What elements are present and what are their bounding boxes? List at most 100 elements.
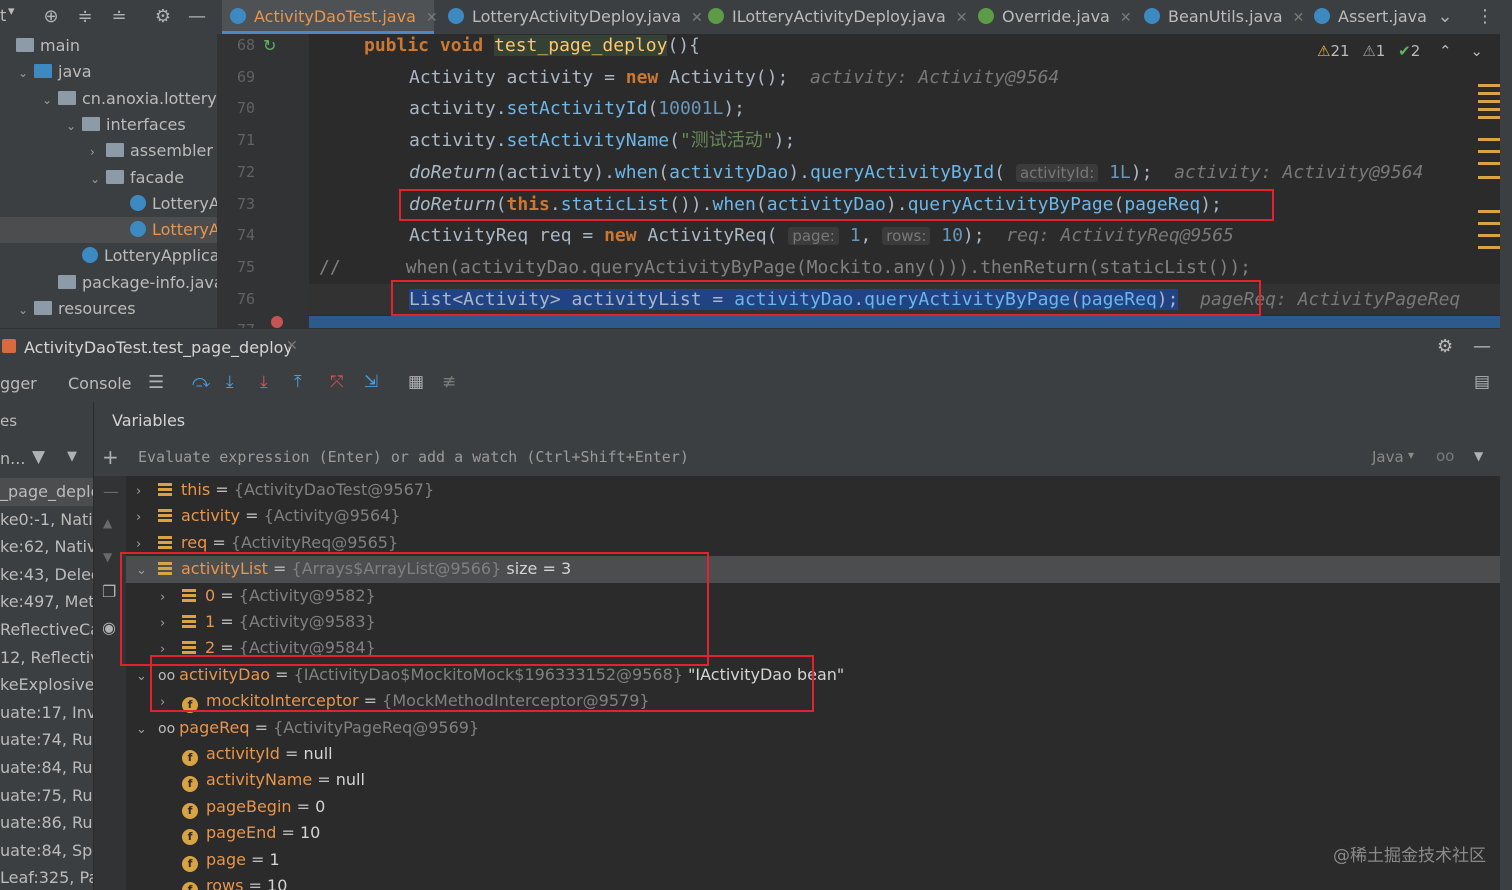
more-icon[interactable]: ⋮ — [1474, 6, 1496, 28]
close-tab-icon[interactable]: ✕ — [1120, 10, 1132, 26]
evaluate-icon[interactable]: ▦ — [408, 372, 424, 392]
debug-session-title[interactable]: ActivityDaoTest.test_page_deploy — [24, 338, 293, 357]
expand-arrow-icon[interactable]: › — [90, 139, 106, 165]
close-tab-icon[interactable]: ✕ — [956, 10, 968, 26]
close-tab-icon[interactable]: ✕ — [1293, 10, 1305, 26]
run-to-cursor-icon[interactable]: ⇲ — [364, 372, 378, 392]
minimize-icon[interactable]: — — [186, 6, 208, 28]
variable-row[interactable]: › activity = {Activity@9564} — [126, 503, 1500, 529]
expand-arrow-icon[interactable]: ⌄ — [18, 60, 34, 86]
stack-frame[interactable]: keExplosivel — [0, 671, 93, 699]
chevron-down-icon[interactable]: ▼ — [67, 449, 77, 464]
next-highlight-icon[interactable]: ⌄ — [1470, 42, 1483, 60]
tab-lotteryactivitydeploy-java[interactable]: LotteryActivityDeploy.java ✕ — [440, 0, 703, 34]
prev-highlight-icon[interactable]: ⌃ — [1439, 42, 1452, 60]
thread-selector[interactable]: n... ▼ ▼ — [0, 440, 93, 478]
tab-list-chevron-icon[interactable]: ⌄ — [1434, 6, 1456, 28]
tab-console[interactable]: Console — [68, 374, 132, 393]
glasses-icon[interactable]: oo — [1436, 447, 1454, 465]
expand-all-icon[interactable]: ≑ — [74, 6, 96, 28]
stack-frame[interactable]: ke:43, Deleg — [0, 561, 93, 589]
tree-item[interactable]: ⌄ java — [0, 59, 217, 85]
drop-frame-icon[interactable]: ⤧ — [330, 372, 344, 392]
tab-assert-java[interactable]: Assert.java — [1306, 0, 1434, 34]
stack-frame[interactable]: 12, Reflectiv — [0, 644, 93, 672]
minimize-icon[interactable]: — — [1473, 336, 1491, 357]
stack-frame[interactable]: ke0:-1, Nativ — [0, 506, 93, 534]
expand-icon[interactable]: ▼ — [1474, 449, 1483, 463]
variable-row[interactable]: f pageEnd = 10 — [126, 820, 1500, 846]
step-over-icon[interactable]: ⤼ — [192, 372, 210, 392]
step-out-icon[interactable]: ⤒ — [294, 372, 302, 392]
tree-item[interactable]: package-info.java — [0, 270, 217, 296]
close-session-icon[interactable]: ✕ — [286, 338, 298, 354]
tree-item[interactable]: ⌄ resources — [0, 296, 217, 322]
stack-frame[interactable]: uate:17, Invc — [0, 699, 93, 727]
add-watch-icon[interactable]: + — [102, 445, 119, 469]
expand-arrow-icon[interactable]: ⌄ — [18, 297, 34, 323]
code-editor[interactable]: public void test_page_deploy(){ Activity… — [309, 34, 1500, 328]
expand-arrow-icon[interactable]: ⌄ — [66, 113, 82, 139]
tab-debugger[interactable]: gger — [0, 374, 37, 393]
tree-item[interactable]: LotteryA — [0, 191, 217, 217]
variable-row[interactable]: › this = {ActivityDaoTest@9567} — [126, 477, 1500, 503]
expand-arrow-icon[interactable]: › — [136, 505, 158, 531]
tree-item[interactable]: › assembler — [0, 138, 217, 164]
expand-arrow-icon[interactable]: ⌄ — [136, 717, 158, 743]
layout-icon[interactable]: ▤ — [1474, 372, 1490, 392]
language-selector[interactable]: Java — [1372, 448, 1404, 466]
expand-arrow-icon[interactable]: ⌄ — [90, 166, 106, 192]
copy-icon[interactable]: ❐ — [102, 582, 116, 601]
variable-row[interactable]: f activityName = null — [126, 767, 1500, 793]
breakpoint-icon[interactable] — [271, 316, 283, 328]
trace-icon[interactable]: ≢ — [442, 372, 456, 392]
tree-item[interactable]: ⌄ cn.anoxia.lottery — [0, 86, 217, 112]
move-down-icon[interactable]: ▼ — [103, 550, 112, 564]
tab-ilotteryactivitydeploy-java[interactable]: ILotteryActivityDeploy.java ✕ — [700, 0, 972, 34]
stack-frame[interactable]: uate:74, Run — [0, 726, 93, 754]
stack-frame[interactable]: ke:62, Native — [0, 533, 93, 561]
collapse-all-icon[interactable]: ≐ — [108, 6, 130, 28]
equals-sign: = — [239, 506, 264, 526]
step-into-icon[interactable]: ⤓ — [226, 372, 234, 392]
stack-frame[interactable]: uate:75, Run — [0, 782, 93, 810]
close-tab-icon[interactable]: ✕ — [426, 10, 438, 26]
variable-row[interactable]: f pageBegin = 0 — [126, 794, 1500, 820]
gear-icon[interactable]: ⚙ — [1437, 336, 1453, 357]
variable-row[interactable]: f rows = 10 — [126, 873, 1500, 890]
stack-frame[interactable]: ke:497, Meth — [0, 588, 93, 616]
tree-item[interactable]: LotteryApplica — [0, 243, 217, 269]
stack-frame[interactable]: uate:84, Spri — [0, 837, 93, 865]
force-step-into-icon[interactable]: ⤓ — [260, 372, 268, 392]
variable-extra: 0 — [315, 796, 326, 816]
chevron-down-icon[interactable]: ▾ — [1408, 448, 1414, 462]
stack-frame[interactable]: ReflectiveCal — [0, 616, 93, 644]
expand-arrow-icon[interactable]: › — [136, 479, 158, 505]
tab-override-java[interactable]: Override.java ✕ — [970, 0, 1138, 34]
stack-frame[interactable]: uate:86, Run — [0, 809, 93, 837]
tree-item[interactable]: main — [0, 34, 217, 59]
expand-arrow-icon[interactable]: ⌄ — [42, 87, 58, 113]
stack-frame[interactable]: _page_deplo — [0, 478, 93, 506]
tree-item[interactable]: LotteryA — [0, 217, 217, 244]
evaluate-input[interactable]: Evaluate expression (Enter) or add a wat… — [138, 448, 689, 466]
eye-icon[interactable]: ◉ — [102, 618, 116, 637]
dropdown-icon[interactable]: ▾ — [8, 4, 15, 19]
variable-row[interactable]: ⌄ oo pageReq = {ActivityPageReq@9569} — [126, 715, 1500, 741]
variable-row[interactable]: f page = 1 — [126, 847, 1500, 873]
run-test-icon[interactable]: ↻ — [263, 36, 276, 55]
tab-activitydaotest-java[interactable]: ActivityDaoTest.java ✕ — [222, 0, 438, 34]
menu-icon[interactable]: ☰ — [148, 372, 164, 393]
tree-item[interactable]: ⌄ interfaces — [0, 112, 217, 138]
stack-frame[interactable]: uate:84, Run — [0, 754, 93, 782]
tree-item[interactable]: ⌄ facade — [0, 165, 217, 191]
filter-icon[interactable]: ▼ — [32, 447, 45, 467]
tab-beanutils-java[interactable]: BeanUtils.java ✕ — [1136, 0, 1308, 34]
variable-row[interactable]: f activityId = null — [126, 741, 1500, 767]
inspection-widget[interactable]: ⚠21 ⚠1 ✔2 ⌃ ⌄ — [1317, 42, 1483, 60]
crosshair-icon[interactable]: ⊕ — [40, 6, 62, 28]
move-up-icon[interactable]: ▲ — [103, 516, 112, 530]
remove-watch-icon[interactable]: — — [103, 482, 119, 501]
stack-frame[interactable]: Leaf:325, Parc — [0, 864, 93, 890]
gear-icon[interactable]: ⚙ — [152, 6, 174, 28]
